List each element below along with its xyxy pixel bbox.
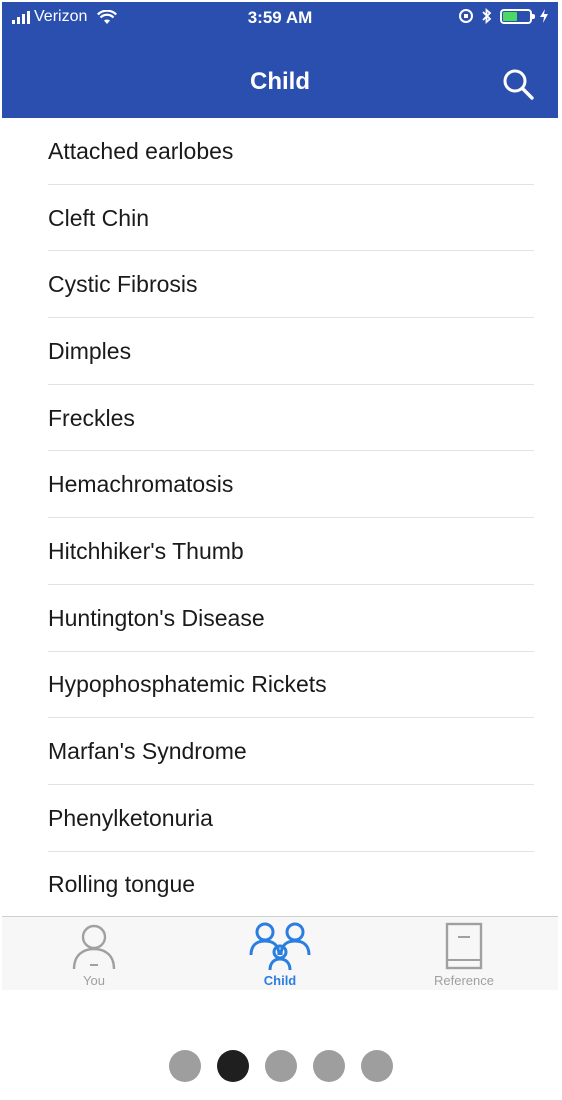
list-item-label: Hypophosphatemic Rickets <box>48 671 327 698</box>
list-item-label: Rolling tongue <box>48 871 196 898</box>
list-item[interactable]: Hitchhiker's Thumb <box>2 518 558 585</box>
list-item-label: Hitchhiker's Thumb <box>48 537 244 564</box>
list-item-label: Attached earlobes <box>48 137 234 164</box>
tab-you-label: You <box>83 973 105 988</box>
list-item-label: Phenylketonuria <box>48 804 213 831</box>
battery-icon <box>500 8 535 24</box>
family-icon <box>249 922 311 971</box>
header: Verizon 3:59 AM Child <box>2 2 558 118</box>
tab-reference[interactable]: Reference <box>404 917 524 990</box>
page-dot[interactable] <box>361 1050 393 1082</box>
page-dot[interactable] <box>169 1050 201 1082</box>
tab-you[interactable]: You <box>34 917 154 990</box>
list-item-label: Freckles <box>48 404 135 431</box>
search-button[interactable] <box>500 66 536 102</box>
list-item-label: Marfan's Syndrome <box>48 738 247 765</box>
list-item[interactable]: Hemachromatosis <box>2 451 558 519</box>
list-item-label: Cystic Fibrosis <box>48 271 198 298</box>
bluetooth-icon <box>482 8 492 24</box>
page-dot[interactable] <box>313 1050 345 1082</box>
page-indicator <box>0 1050 562 1082</box>
phone-screen: Verizon 3:59 AM Child Attached earlobes … <box>2 2 558 990</box>
page-dot[interactable] <box>265 1050 297 1082</box>
list-item-label: Cleft Chin <box>48 204 149 231</box>
tab-child[interactable]: Child <box>220 917 340 990</box>
search-icon <box>503 69 534 100</box>
list-item[interactable]: Marfan's Syndrome <box>2 718 558 785</box>
list-item[interactable]: Attached earlobes <box>2 118 558 185</box>
trait-list: Attached earlobes Cleft Chin Cystic Fibr… <box>2 118 558 918</box>
tab-child-label: Child <box>263 973 297 988</box>
list-item[interactable]: Freckles <box>2 385 558 452</box>
person-icon <box>72 924 116 970</box>
list-item[interactable]: Dimples <box>2 318 558 385</box>
status-bar: Verizon 3:59 AM <box>2 2 558 36</box>
orientation-lock-icon <box>459 9 473 23</box>
status-right <box>458 8 548 24</box>
list-item[interactable]: Cleft Chin <box>2 185 558 252</box>
tab-bar: You Child Reference <box>2 916 558 990</box>
list-item-label: Hemachromatosis <box>48 471 234 498</box>
list-item[interactable]: Huntington's Disease <box>2 585 558 652</box>
list-item[interactable]: Hypophosphatemic Rickets <box>2 652 558 719</box>
charging-icon <box>540 9 548 23</box>
tab-reference-label: Reference <box>434 973 494 988</box>
list-item[interactable]: Rolling tongue <box>2 852 558 919</box>
list-item[interactable]: Phenylketonuria <box>2 785 558 852</box>
page-title: Child <box>250 68 310 95</box>
page-dot-current[interactable] <box>217 1050 249 1082</box>
list-item-label: Huntington's Disease <box>48 604 265 631</box>
book-icon <box>445 922 483 970</box>
list-item-label: Dimples <box>48 337 132 364</box>
list-item[interactable]: Cystic Fibrosis <box>2 251 558 319</box>
